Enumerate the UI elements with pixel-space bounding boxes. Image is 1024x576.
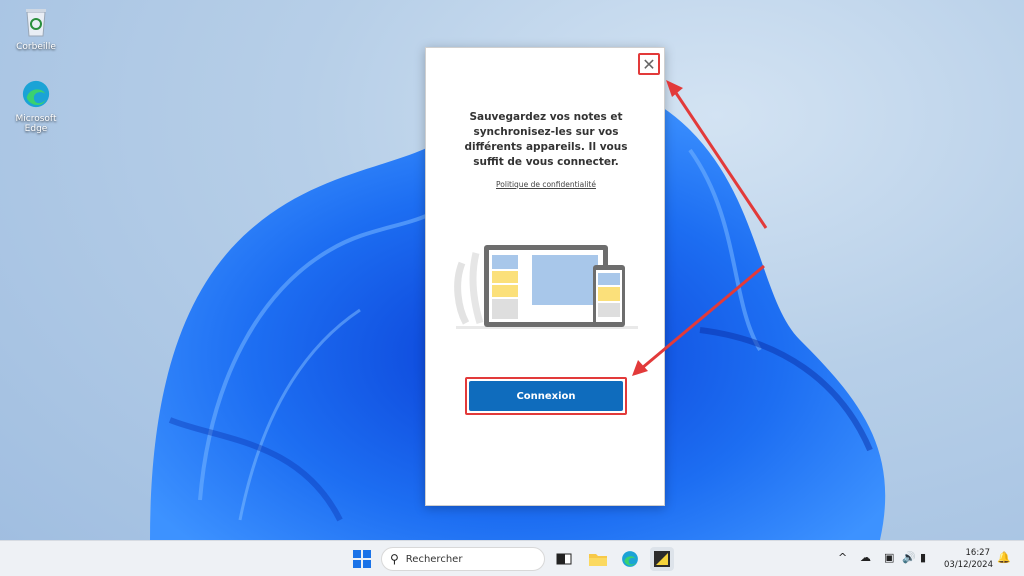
file-explorer-button[interactable] [586, 547, 610, 571]
clock-time: 16:27 [965, 548, 991, 558]
edge-taskbar-button[interactable] [618, 547, 642, 571]
sticky-notes-button[interactable] [650, 547, 674, 571]
dialog-message: Sauvegardez vos notes et synchronisez-le… [464, 111, 628, 168]
file-explorer-icon [589, 554, 607, 566]
clock-date: 03/12/2024 [944, 560, 993, 570]
recycle-bin-icon [26, 9, 46, 37]
battery-icon[interactable]: ▮ [920, 551, 926, 564]
search-placeholder: Rechercher [405, 553, 463, 565]
bell-icon[interactable]: 🔔 [997, 551, 1011, 564]
edge-icon [22, 80, 50, 108]
close-button[interactable]: ✕ [638, 53, 660, 75]
start-icon [353, 550, 371, 568]
start-button[interactable] [350, 547, 374, 571]
taskbar-search[interactable]: ⚲ Rechercher [381, 547, 545, 571]
volume-icon[interactable]: 🔊 [902, 551, 916, 564]
desktop-icon-label: Corbeille [16, 42, 56, 52]
close-icon: ✕ [642, 54, 656, 74]
display-icon[interactable]: ▣ [884, 551, 894, 564]
privacy-link[interactable]: Politique de confidentialité [426, 180, 666, 189]
desktop-icon-edge[interactable]: Microsoft Edge [4, 78, 68, 134]
task-view-button[interactable] [552, 547, 576, 571]
devices-illustration [454, 245, 638, 329]
desktop-icon-label: Microsoft Edge [15, 114, 57, 134]
edge-icon [622, 551, 638, 567]
task-view-icon [556, 553, 572, 565]
connect-button[interactable]: Connexion [469, 381, 623, 411]
clock[interactable]: 16:27 03/12/2024 [944, 547, 993, 571]
search-icon: ⚲ [390, 552, 399, 566]
sign-in-dialog: ✕ Sauvegardez vos notes et synchronisez-… [425, 47, 665, 506]
chevron-up-icon[interactable]: ^ [838, 551, 847, 564]
desktop-icon-recycle-bin[interactable]: Corbeille [4, 6, 68, 52]
cloud-icon[interactable]: ☁ [860, 551, 871, 564]
sticky-notes-icon [654, 551, 670, 567]
taskbar: ⚲ Rechercher ^ ☁ ▣ 🔊 ▮ 16:27 03/12/2024 … [0, 540, 1024, 576]
